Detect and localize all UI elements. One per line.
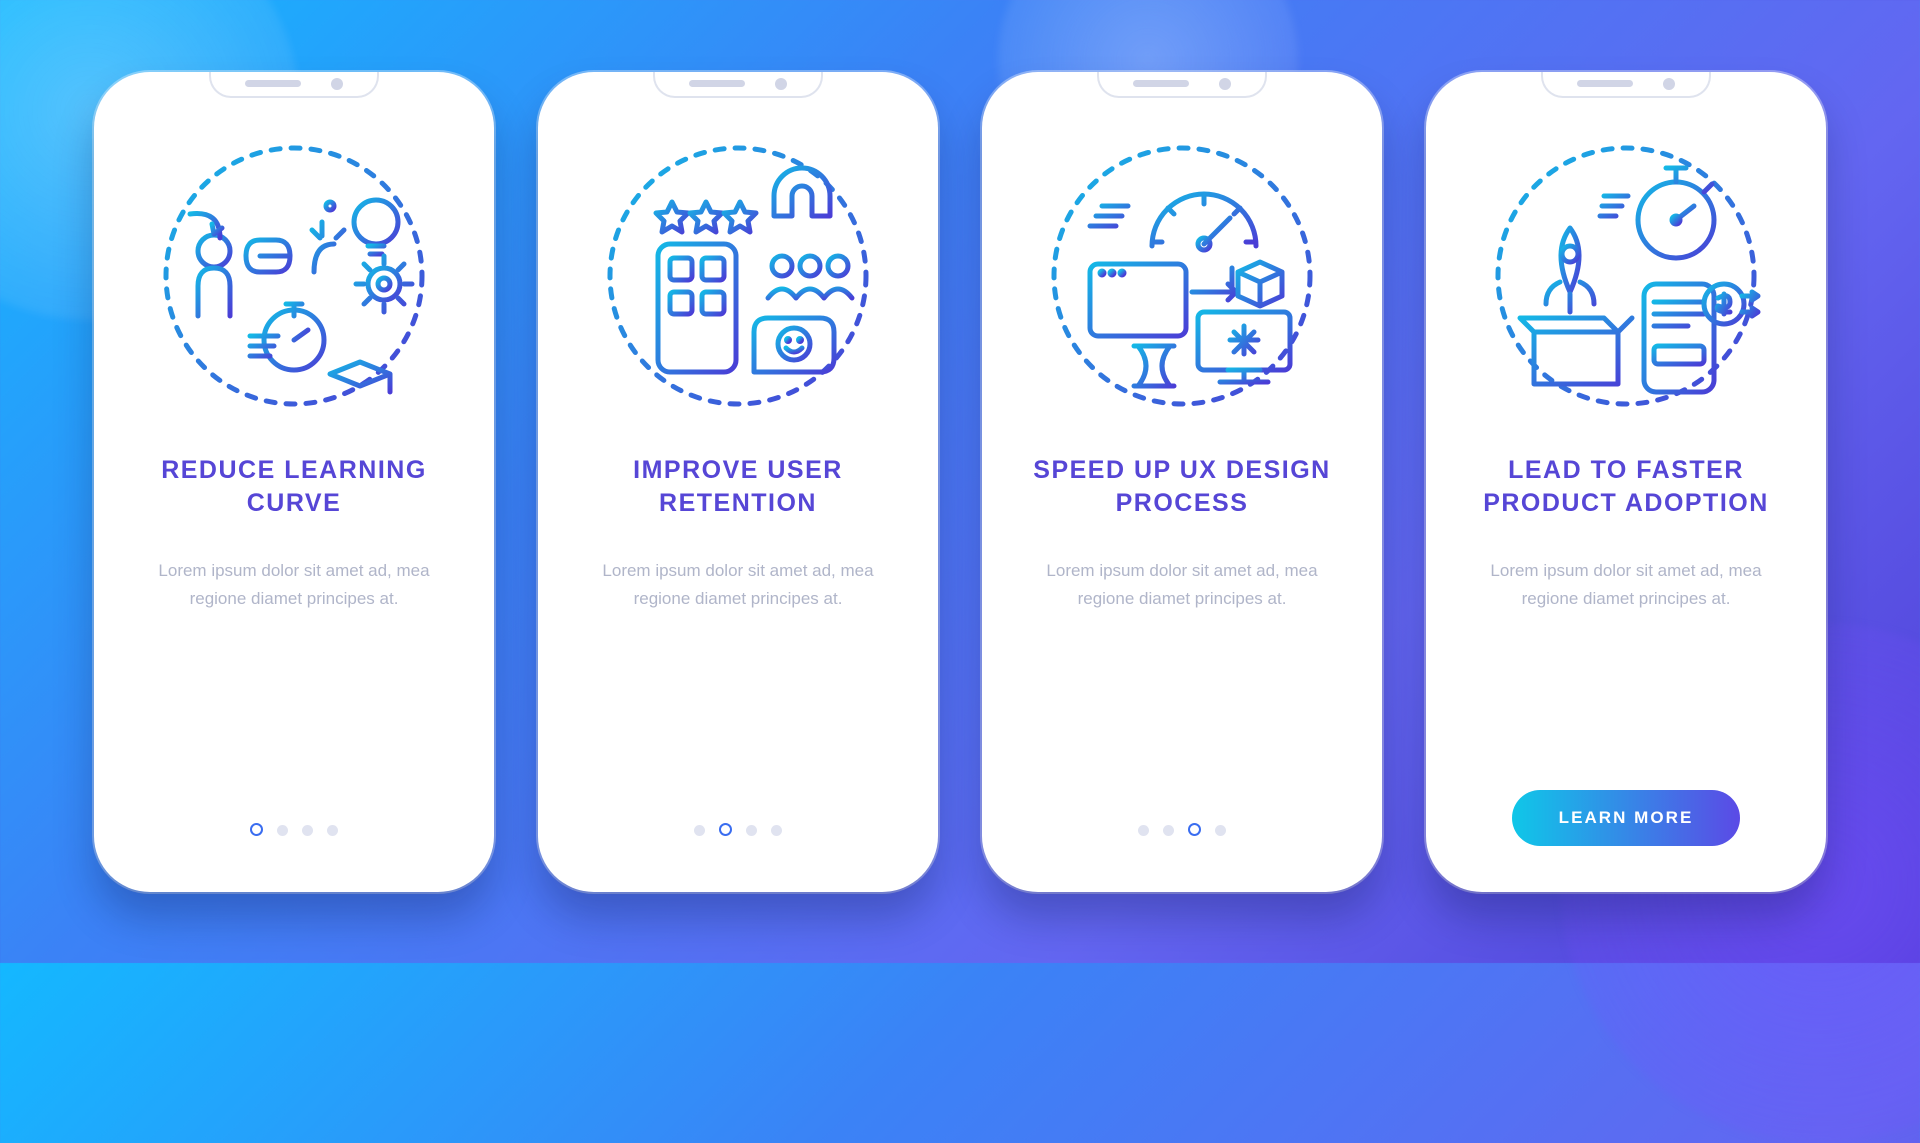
product-adoption-icon bbox=[1486, 136, 1766, 416]
screen-body: Lorem ipsum dolor sit amet ad, mea regio… bbox=[588, 557, 888, 613]
pagination-dots bbox=[694, 825, 782, 836]
screen-title: SPEED UP UX DESIGN PROCESS bbox=[1012, 454, 1352, 522]
dot-4[interactable] bbox=[771, 825, 782, 836]
learn-more-button[interactable]: LEARN MORE bbox=[1512, 790, 1740, 846]
dot-2[interactable] bbox=[719, 823, 732, 836]
dot-2[interactable] bbox=[1163, 825, 1174, 836]
pagination-dots bbox=[1138, 825, 1226, 836]
onboarding-screen-4: LEAD TO FASTER PRODUCT ADOPTION Lorem ip… bbox=[1426, 72, 1826, 892]
dot-3[interactable] bbox=[746, 825, 757, 836]
dot-4[interactable] bbox=[327, 825, 338, 836]
screen-title: REDUCE LEARNING CURVE bbox=[124, 454, 464, 522]
screen-title: LEAD TO FASTER PRODUCT ADOPTION bbox=[1456, 454, 1796, 522]
onboarding-screen-2: IMPROVE USER RETENTION Lorem ipsum dolor… bbox=[538, 72, 938, 892]
phone-notch bbox=[1541, 72, 1711, 98]
dot-4[interactable] bbox=[1215, 825, 1226, 836]
dot-1[interactable] bbox=[694, 825, 705, 836]
phone-notch bbox=[1097, 72, 1267, 98]
onboarding-screen-3: SPEED UP UX DESIGN PROCESS Lorem ipsum d… bbox=[982, 72, 1382, 892]
onboarding-screen-1: REDUCE LEARNING CURVE Lorem ipsum dolor … bbox=[94, 72, 494, 892]
phone-notch bbox=[653, 72, 823, 98]
dot-1[interactable] bbox=[250, 823, 263, 836]
speed-ux-icon bbox=[1042, 136, 1322, 416]
phone-notch bbox=[209, 72, 379, 98]
dot-3[interactable] bbox=[302, 825, 313, 836]
screen-body: Lorem ipsum dolor sit amet ad, mea regio… bbox=[1032, 557, 1332, 613]
learning-curve-icon bbox=[154, 136, 434, 416]
user-retention-icon bbox=[598, 136, 878, 416]
screen-body: Lorem ipsum dolor sit amet ad, mea regio… bbox=[1476, 557, 1776, 613]
dot-3[interactable] bbox=[1188, 823, 1201, 836]
screen-body: Lorem ipsum dolor sit amet ad, mea regio… bbox=[144, 557, 444, 613]
pagination-dots bbox=[250, 825, 338, 836]
screen-title: IMPROVE USER RETENTION bbox=[568, 454, 908, 522]
dot-1[interactable] bbox=[1138, 825, 1149, 836]
dot-2[interactable] bbox=[277, 825, 288, 836]
